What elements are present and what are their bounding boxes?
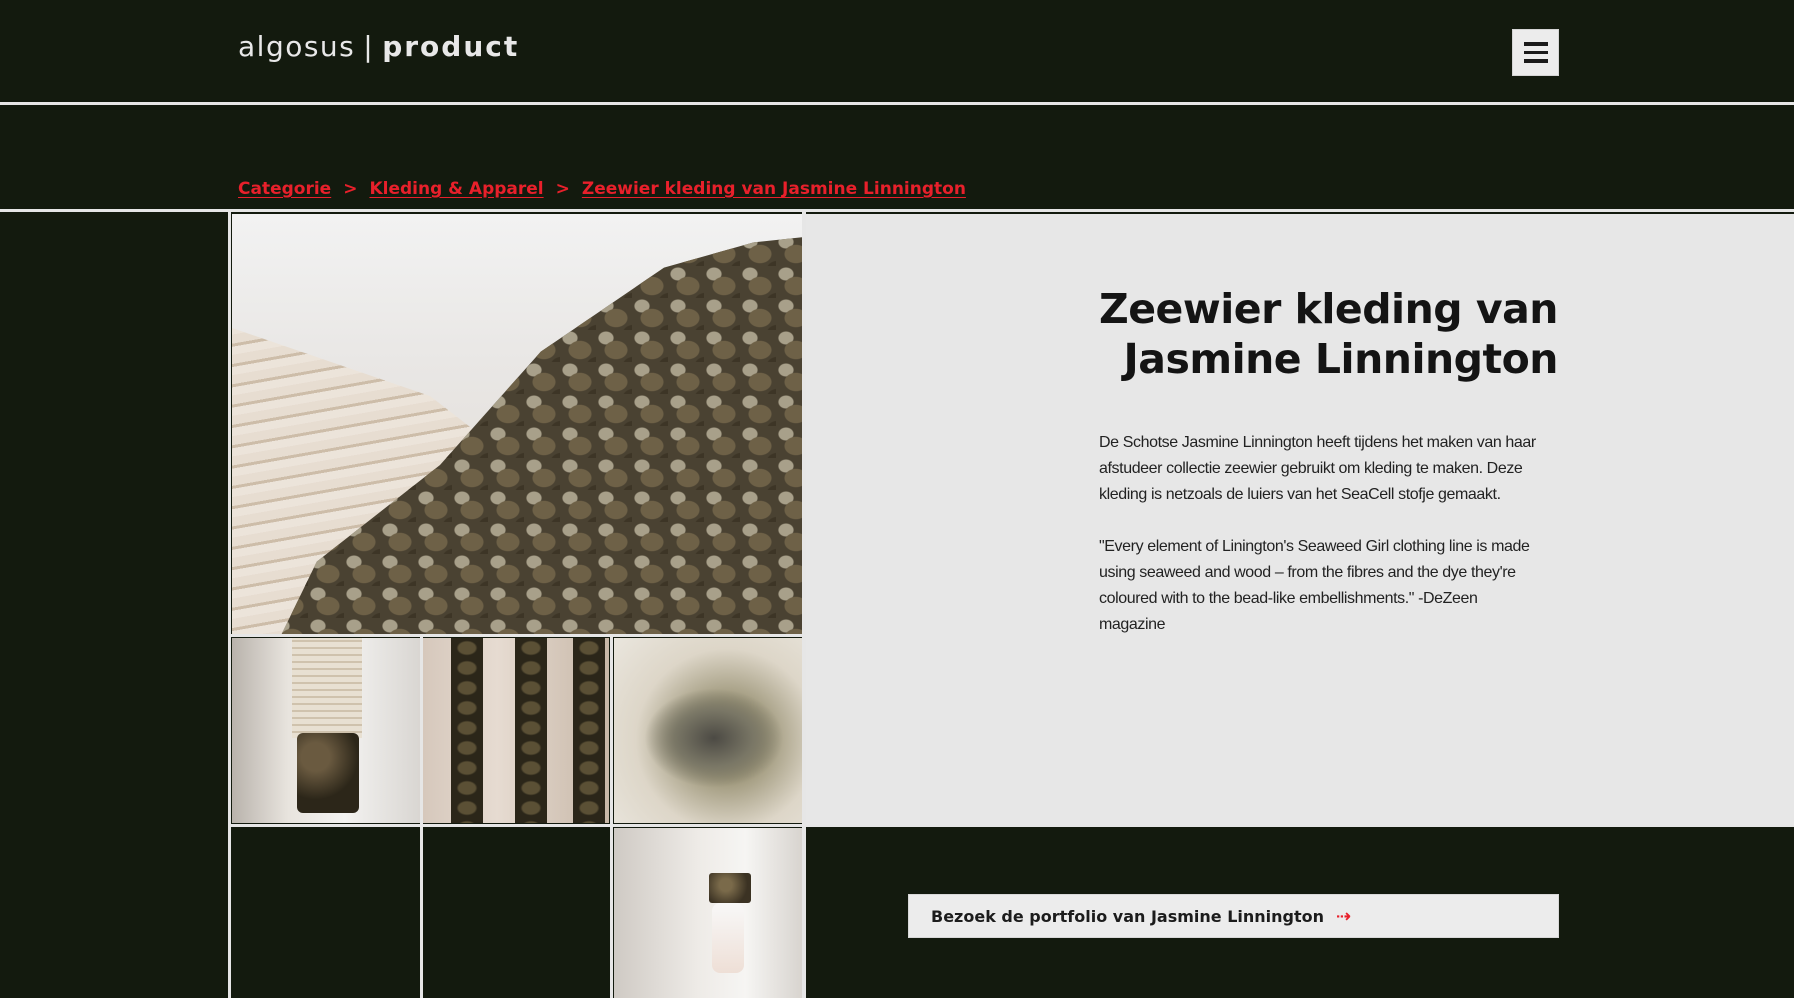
grid-line [228, 634, 806, 637]
breadcrumb-separator: > [343, 179, 358, 199]
menu-bar [1523, 59, 1548, 63]
seaweed-band [709, 873, 751, 903]
seaweed-strip [451, 638, 483, 823]
product-thumbnail-cuff[interactable] [614, 828, 802, 998]
seaweed-strip [515, 638, 547, 823]
sleeve-texture [292, 638, 362, 738]
menu-bar [1523, 50, 1548, 55]
page: algosus | product Categorie > Kleding & Appa… [0, 0, 1794, 998]
breadcrumb-kleding-apparel[interactable]: Kleding & Apparel [369, 179, 543, 199]
section-name: product [382, 30, 520, 63]
hamburger-menu-icon[interactable] [1512, 29, 1559, 76]
grid-line [610, 634, 613, 998]
seaweed-detail [644, 688, 784, 788]
seaweed-cuff [297, 733, 359, 813]
description-paragraph: De Schotse Jasmine Linnington heeft tijd… [1099, 434, 1536, 503]
product-title-line1: Zeewier kleding van [1099, 285, 1559, 333]
breadcrumb-separator: > [555, 179, 570, 199]
arrow-right-icon: ⇢ [1336, 905, 1352, 927]
product-thumbnail-detail[interactable] [614, 638, 802, 823]
portfolio-button-label: Bezoek de portfolio van Jasmine Linningt… [931, 906, 1325, 926]
breadcrumb: Categorie > Kleding & Apparel > Zeewier kled… [238, 179, 966, 199]
portfolio-button[interactable]: Bezoek de portfolio van Jasmine Linningt… [908, 894, 1559, 938]
breadcrumb-categorie[interactable]: Categorie [238, 179, 331, 199]
brand-name: algosus [238, 30, 356, 63]
site-logo[interactable]: algosus | product [238, 30, 519, 63]
logo-separator: | [363, 30, 375, 63]
hand-shape [712, 903, 744, 973]
product-main-image[interactable] [232, 214, 802, 634]
grid-line [228, 209, 231, 998]
menu-bar [1523, 42, 1548, 46]
quote-paragraph: "Every element of Linington's Seaweed Gi… [1099, 538, 1530, 633]
seaweed-strip [573, 638, 605, 823]
breadcrumb-current-product[interactable]: Zeewier kleding van Jasmine Linnington [582, 179, 966, 199]
product-title: Zeewier kleding van Jasmine Linnington [998, 284, 1559, 384]
section-divider [0, 209, 1794, 212]
grid-line [228, 824, 806, 827]
product-title-line2: Jasmine Linnington [1123, 335, 1559, 383]
header-divider [0, 102, 1794, 105]
product-description: De Schotse Jasmine Linnington heeft tijd… [1099, 430, 1539, 638]
product-thumbnail-sleeve[interactable] [232, 638, 420, 823]
product-info-panel: Zeewier kleding van Jasmine Linnington D… [806, 214, 1794, 825]
product-thumbnail-strips[interactable] [423, 638, 609, 823]
